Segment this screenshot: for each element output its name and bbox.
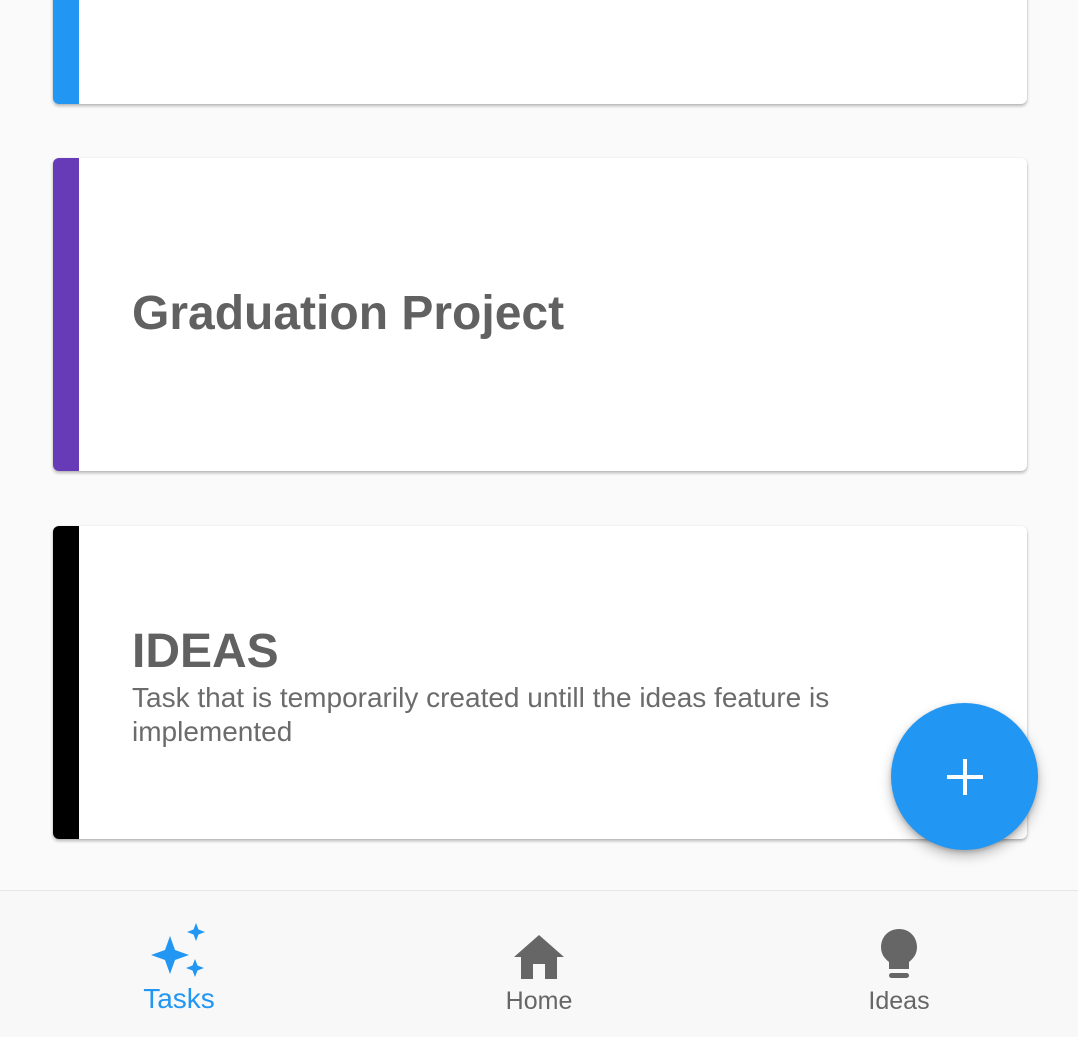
- lightbulb-icon: [879, 919, 919, 981]
- home-icon: [512, 919, 566, 981]
- card-color-stripe: [53, 0, 79, 104]
- add-task-button[interactable]: [891, 703, 1038, 850]
- task-card[interactable]: [53, 0, 1027, 104]
- sparkles-icon: [148, 919, 210, 981]
- app-screen: Graduation Project IDEAS Task that is te…: [0, 0, 1078, 1037]
- task-card-graduation-project[interactable]: Graduation Project: [53, 158, 1027, 471]
- plus-icon: [946, 758, 983, 795]
- nav-label-tasks: Tasks: [143, 983, 215, 1014]
- card-color-stripe: [53, 158, 79, 471]
- bottom-navigation: Tasks Home Ideas: [0, 890, 1078, 1037]
- card-title: Graduation Project: [132, 287, 565, 341]
- nav-item-tasks[interactable]: Tasks: [79, 891, 279, 1037]
- card-color-stripe: [53, 526, 79, 839]
- nav-item-home[interactable]: Home: [439, 891, 639, 1037]
- card-description: Task that is temporarily created untill …: [132, 681, 830, 747]
- card-body: Graduation Project: [132, 158, 987, 471]
- card-title: IDEAS: [132, 625, 279, 679]
- nav-label-home: Home: [505, 987, 573, 1015]
- nav-item-ideas[interactable]: Ideas: [799, 891, 999, 1037]
- nav-label-ideas: Ideas: [868, 987, 930, 1015]
- card-body: IDEAS Task that is temporarily created u…: [132, 526, 987, 839]
- task-card-ideas[interactable]: IDEAS Task that is temporarily created u…: [53, 526, 1027, 839]
